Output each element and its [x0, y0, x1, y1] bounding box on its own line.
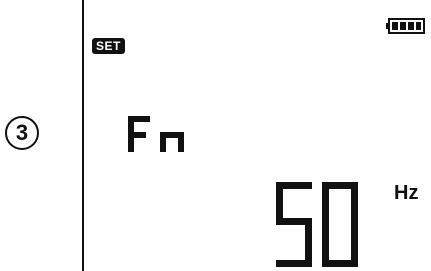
value-segment-display [276, 182, 358, 267]
battery-full-icon [386, 18, 425, 34]
step-number: 3 [15, 120, 29, 145]
lcd-display: SET Hz [82, 0, 431, 271]
step-number-badge: 3 [5, 116, 39, 150]
value-digits-50 [276, 182, 358, 267]
parameter-segment-display [128, 116, 184, 152]
unit-label: Hz [394, 182, 419, 204]
set-mode-badge: SET [92, 38, 125, 54]
parameter-text-fn [128, 116, 184, 152]
